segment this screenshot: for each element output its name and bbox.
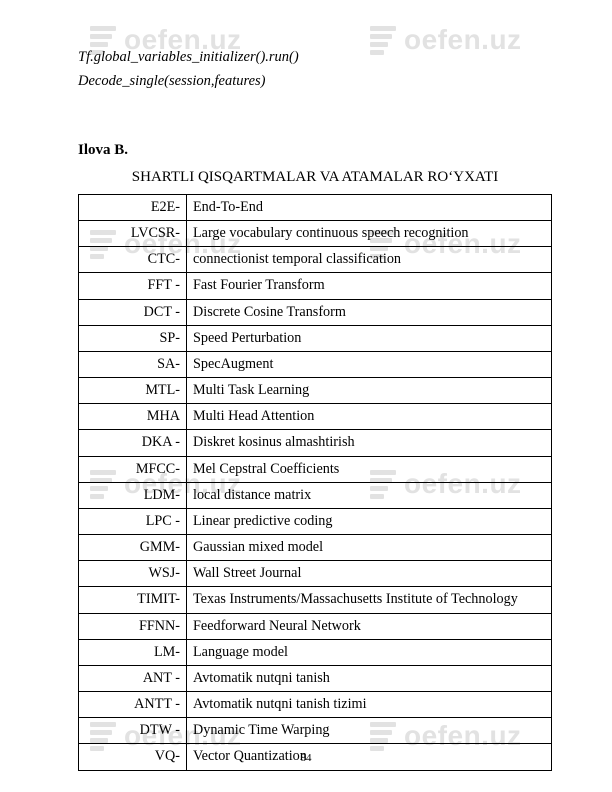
definition-cell: Avtomatik nutqni tanish tizimi <box>187 692 552 718</box>
definition-cell: Large vocabulary continuous speech recog… <box>187 221 552 247</box>
abbr-cell: MFCC- <box>79 456 187 482</box>
definition-cell: Dynamic Time Warping <box>187 718 552 744</box>
table-row: TIMIT-Texas Instruments/Massachusetts In… <box>79 587 552 613</box>
abbr-cell: TIMIT- <box>79 587 187 613</box>
table-row: E2E-End-To-End <box>79 194 552 220</box>
table-row: LVCSR-Large vocabulary continuous speech… <box>79 221 552 247</box>
abbr-cell: GMM- <box>79 535 187 561</box>
definition-cell: Linear predictive coding <box>187 508 552 534</box>
definition-cell: Speed Perturbation <box>187 325 552 351</box>
table-row: ANTT -Avtomatik nutqni tanish tizimi <box>79 692 552 718</box>
page-number: 84 <box>0 752 612 764</box>
abbr-cell: DCT - <box>79 299 187 325</box>
definition-cell: Multi Head Attention <box>187 404 552 430</box>
definition-cell: local distance matrix <box>187 482 552 508</box>
definition-cell: Texas Instruments/Massachusetts Institut… <box>187 587 552 613</box>
table-row: CTC-connectionist temporal classificatio… <box>79 247 552 273</box>
code-line: Tf.global_variables_initializer().run() <box>78 46 552 70</box>
table-row: FFNN-Feedforward Neural Network <box>79 613 552 639</box>
table-row: GMM-Gaussian mixed model <box>79 535 552 561</box>
table-row: LDM-local distance matrix <box>79 482 552 508</box>
definition-cell: Multi Task Learning <box>187 378 552 404</box>
abbr-cell: DKA - <box>79 430 187 456</box>
table-row: SA-SpecAugment <box>79 351 552 377</box>
table-row: LM-Language model <box>79 639 552 665</box>
abbr-cell: FFT - <box>79 273 187 299</box>
table-row: WSJ-Wall Street Journal <box>79 561 552 587</box>
abbr-cell: LM- <box>79 639 187 665</box>
table-row: MTL-Multi Task Learning <box>79 378 552 404</box>
definition-cell: Wall Street Journal <box>187 561 552 587</box>
abbr-cell: LVCSR- <box>79 221 187 247</box>
definition-cell: Feedforward Neural Network <box>187 613 552 639</box>
definition-cell: Fast Fourier Transform <box>187 273 552 299</box>
abbr-cell: E2E- <box>79 194 187 220</box>
table-row: ANT -Avtomatik nutqni tanish <box>79 665 552 691</box>
definition-cell: Diskret kosinus almashtirish <box>187 430 552 456</box>
table-row: MFCC-Mel Cepstral Coefficients <box>79 456 552 482</box>
abbr-cell: LDM- <box>79 482 187 508</box>
definition-cell: Mel Cepstral Coefficients <box>187 456 552 482</box>
table-row: FFT -Fast Fourier Transform <box>79 273 552 299</box>
table-row: MHAMulti Head Attention <box>79 404 552 430</box>
abbr-cell: MHA <box>79 404 187 430</box>
definition-cell: SpecAugment <box>187 351 552 377</box>
abbr-cell: SA- <box>79 351 187 377</box>
table-row: DCT -Discrete Cosine Transform <box>79 299 552 325</box>
abbreviations-table: E2E-End-To-EndLVCSR-Large vocabulary con… <box>78 194 552 771</box>
definition-cell: Language model <box>187 639 552 665</box>
table-title: SHARTLI QISQARTMALAR VA ATAMALAR RO‘YXAT… <box>78 169 552 186</box>
table-row: DTW -Dynamic Time Warping <box>79 718 552 744</box>
abbr-cell: CTC- <box>79 247 187 273</box>
table-row: SP-Speed Perturbation <box>79 325 552 351</box>
definition-cell: connectionist temporal classification <box>187 247 552 273</box>
definition-cell: Discrete Cosine Transform <box>187 299 552 325</box>
abbr-cell: MTL- <box>79 378 187 404</box>
abbr-cell: WSJ- <box>79 561 187 587</box>
abbr-cell: LPC - <box>79 508 187 534</box>
abbr-cell: ANT - <box>79 665 187 691</box>
abbr-cell: DTW - <box>79 718 187 744</box>
definition-cell: Gaussian mixed model <box>187 535 552 561</box>
definition-cell: Avtomatik nutqni tanish <box>187 665 552 691</box>
code-line: Decode_single(session,features) <box>78 70 552 94</box>
page-content: Tf.global_variables_initializer().run() … <box>0 0 612 771</box>
abbr-cell: SP- <box>79 325 187 351</box>
table-row: DKA -Diskret kosinus almashtirish <box>79 430 552 456</box>
section-label: Ilova B. <box>78 142 552 159</box>
abbr-cell: FFNN- <box>79 613 187 639</box>
abbr-cell: ANTT - <box>79 692 187 718</box>
table-row: LPC -Linear predictive coding <box>79 508 552 534</box>
definition-cell: End-To-End <box>187 194 552 220</box>
